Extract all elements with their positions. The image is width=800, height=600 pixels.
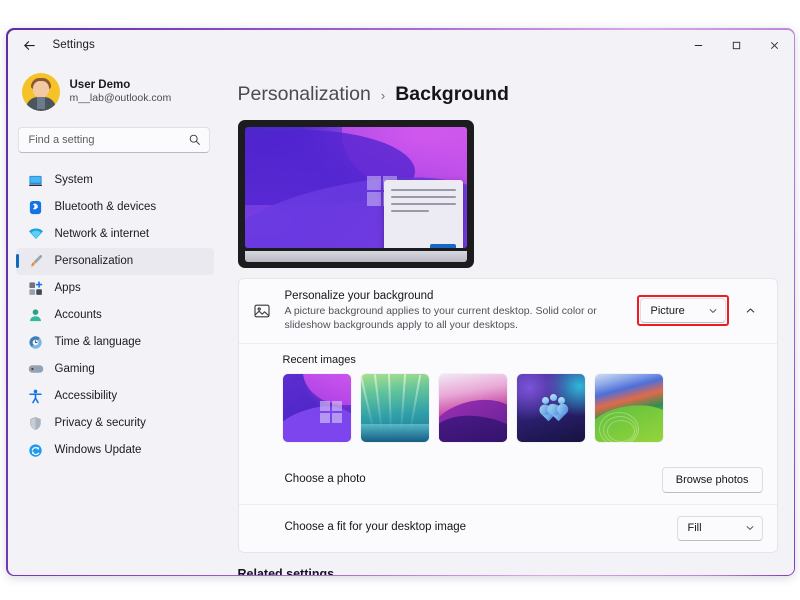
choose-fit-controls: Fill [676, 515, 763, 541]
background-settings-card: Personalize your background A picture ba… [237, 277, 778, 553]
sidebar-item-privacy-security[interactable]: Privacy & security [16, 410, 214, 437]
personalize-background-text: Personalize your background A picture ba… [285, 290, 624, 332]
choose-photo-row: Choose a photo Browse photos [239, 456, 777, 504]
shield-icon [28, 415, 44, 431]
paintbrush-icon [28, 253, 44, 269]
maximize-button[interactable] [718, 30, 756, 61]
recent-image-2[interactable] [360, 373, 429, 442]
account-name: User Demo [69, 79, 131, 91]
sidebar-item-network-internet[interactable]: Network & internet [16, 221, 214, 248]
recent-image-4[interactable] [516, 373, 585, 442]
choose-photo-text: Choose a photo [285, 473, 649, 487]
choose-fit-text: Choose a fit for your desktop image [285, 521, 664, 535]
sidebar-item-windows-update[interactable]: Windows Update [16, 437, 214, 464]
bluetooth-icon [28, 199, 44, 215]
sidebar-item-system[interactable]: System [16, 167, 214, 194]
sidebar-item-label: Windows Update [54, 444, 142, 456]
recent-images-label: Recent images [282, 353, 356, 366]
sidebar-item-label: Privacy & security [54, 417, 146, 429]
choose-fit-row: Choose a fit for your desktop image Fill [238, 503, 777, 552]
chevron-up-icon [745, 305, 756, 316]
update-icon [28, 442, 44, 458]
breadcrumb-parent[interactable]: Personalization [238, 83, 371, 106]
back-button[interactable] [16, 31, 44, 59]
close-button[interactable] [756, 30, 794, 61]
windows-logo-icon [319, 401, 342, 424]
sidebar-item-label: Time & language [54, 336, 142, 348]
preview-wrap [237, 119, 778, 278]
search-input[interactable] [28, 133, 188, 146]
search-icon [188, 133, 201, 146]
minimize-button[interactable] [680, 30, 718, 61]
collapse-section-button[interactable] [739, 299, 763, 323]
search-box[interactable] [17, 126, 210, 153]
breadcrumb-separator: › [380, 87, 386, 103]
recent-image-1[interactable] [282, 373, 351, 442]
sidebar-item-time-language[interactable]: Time & language [16, 329, 214, 356]
account-text: User Demo m__lab@outlook.com [70, 79, 172, 104]
monitor-icon [28, 172, 44, 188]
sidebar-item-personalization[interactable]: Personalization [15, 247, 214, 275]
row-title: Choose a fit for your desktop image [284, 521, 467, 534]
desktop-background-preview [237, 119, 474, 268]
wifi-icon [28, 226, 44, 242]
sidebar-item-accessibility[interactable]: Accessibility [16, 383, 214, 410]
preview-taskbar [244, 250, 467, 262]
window-body: User Demo m__lab@outlook.com Find a sett… [7, 60, 794, 575]
personalize-background-controls: Picture [636, 295, 763, 327]
recent-images-section: Recent images [238, 342, 777, 456]
window-title: Settings [52, 39, 95, 51]
browse-photos-button[interactable]: Browse photos [661, 466, 763, 493]
sidebar-item-label: Personalization [54, 255, 134, 267]
sidebar-item-label: Apps [54, 282, 81, 294]
sidebar-item-label: Gaming [54, 363, 95, 375]
personalize-background-row: Personalize your background A picture ba… [239, 279, 777, 343]
person-icon [28, 307, 44, 323]
chevron-down-icon [708, 306, 718, 316]
page-title: Background [395, 82, 509, 105]
background-type-value: Picture [650, 304, 685, 317]
content-pane: Personalization › Background Personalize… [221, 60, 794, 575]
row-title: Personalize your background [284, 289, 434, 302]
sidebar-nav: System Bluetooth & devices Network & int… [8, 167, 222, 464]
sidebar: User Demo m__lab@outlook.com Find a sett… [7, 60, 222, 575]
recent-image-3[interactable] [438, 373, 507, 442]
sidebar-item-label: Network & internet [54, 228, 150, 240]
desktop-fit-dropdown[interactable]: Fill [676, 515, 763, 541]
recent-images-list [282, 373, 763, 442]
desktop-fit-value: Fill [687, 522, 702, 535]
account-email: m__lab@outlook.com [69, 92, 172, 104]
user-avatar [21, 72, 60, 111]
sidebar-item-label: Accounts [54, 309, 102, 321]
row-description: A picture background applies to your cur… [284, 304, 597, 331]
highlight-box: Picture [636, 295, 729, 327]
chevron-down-icon [745, 523, 755, 533]
row-title: Choose a photo [284, 472, 366, 485]
accessibility-icon [28, 388, 44, 404]
sidebar-item-bluetooth-devices[interactable]: Bluetooth & devices [16, 194, 214, 221]
preview-app-window [384, 179, 464, 248]
background-type-dropdown[interactable]: Picture [639, 298, 726, 324]
picture-icon [253, 302, 272, 320]
breadcrumb: Personalization › Background [238, 61, 778, 120]
sidebar-item-apps[interactable]: Apps [16, 275, 214, 302]
sidebar-item-label: Bluetooth & devices [54, 201, 157, 213]
sidebar-item-accounts[interactable]: Accounts [16, 302, 214, 329]
choose-photo-controls: Browse photos [661, 466, 763, 493]
recent-image-5[interactable] [594, 373, 663, 442]
preview-screen [244, 126, 467, 248]
clock-globe-icon [28, 334, 44, 350]
sidebar-item-gaming[interactable]: Gaming [16, 356, 214, 383]
related-settings-heading: Related settings [237, 566, 335, 575]
account-card[interactable]: User Demo m__lab@outlook.com [8, 67, 222, 117]
gamepad-icon [28, 361, 44, 377]
settings-window: Settings User Demo m__lab@outlook.com Fi… [6, 28, 795, 576]
window-controls [680, 30, 794, 61]
sidebar-item-label: System [54, 174, 93, 186]
window-inner: Settings User Demo m__lab@outlook.com Fi… [7, 29, 794, 575]
sidebar-item-label: Accessibility [54, 390, 118, 402]
title-bar: Settings [7, 29, 794, 61]
apps-icon [28, 280, 44, 296]
